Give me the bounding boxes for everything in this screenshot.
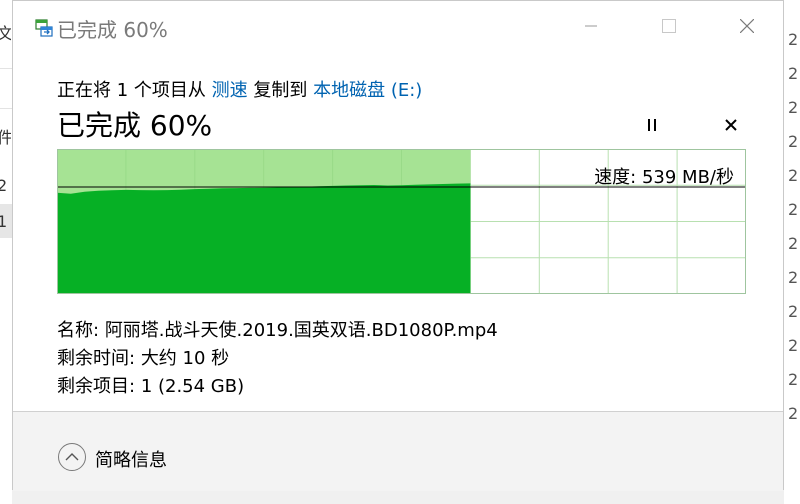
background-divider bbox=[0, 108, 12, 109]
window-title: 已完成 60% bbox=[57, 18, 168, 42]
background-text: 2 bbox=[788, 370, 799, 389]
background-window-right: 2 2 2 2 2 2 2 2 2 2 2 2 bbox=[783, 0, 800, 504]
description-middle: 复制到 bbox=[253, 80, 308, 101]
minimize-button[interactable] bbox=[568, 1, 614, 51]
window-close-button[interactable] bbox=[724, 1, 770, 51]
speed-area bbox=[57, 183, 471, 294]
background-divider bbox=[0, 68, 12, 69]
background-text: 文 bbox=[0, 20, 11, 44]
background-text: 2 bbox=[0, 176, 11, 195]
pause-button[interactable] bbox=[638, 111, 666, 139]
speed-graph: 速度: 539 MB/秒 bbox=[57, 149, 746, 294]
file-name-row: 名称: 阿丽塔.战斗天使.2019.国英双语.BD1080P.mp4 bbox=[57, 316, 498, 342]
background-text: 件 bbox=[0, 124, 11, 148]
copy-files-icon bbox=[35, 19, 53, 37]
progress-headline: 已完成 60% bbox=[57, 109, 213, 142]
time-remaining-row: 剩余时间: 大约 10 秒 bbox=[57, 344, 229, 370]
time-remaining-value: 大约 10 秒 bbox=[140, 348, 230, 369]
copy-description: 正在将 1 个项目从 测速 复制到 本地磁盘 (E:) bbox=[57, 76, 422, 102]
file-name-value: 阿丽塔.战斗天使.2019.国英双语.BD1080P.mp4 bbox=[104, 320, 498, 341]
background-text: 2 bbox=[788, 64, 799, 83]
background-text: 2 bbox=[788, 268, 799, 287]
background-text: 2 bbox=[788, 166, 799, 185]
copy-progress-dialog: 已完成 60% 正在将 1 个项目从 测速 复制到 本地磁盘 (E:) 已完成 … bbox=[12, 0, 784, 491]
speed-readout: 速度: 539 MB/秒 bbox=[594, 167, 734, 188]
background-taskbar-strip bbox=[12, 490, 784, 504]
items-remaining-key: 剩余项目: bbox=[57, 376, 136, 397]
dialog-footer: 简略信息 bbox=[13, 411, 783, 491]
maximize-icon bbox=[662, 19, 676, 33]
background-text: 2 bbox=[788, 98, 799, 117]
background-text: 2 bbox=[788, 132, 799, 151]
source-folder-link[interactable]: 测速 bbox=[212, 80, 248, 101]
chevron-up-icon[interactable] bbox=[57, 442, 87, 472]
destination-folder-link[interactable]: 本地磁盘 (E:) bbox=[313, 80, 422, 101]
background-text: 2 bbox=[788, 336, 799, 355]
background-text: 2 bbox=[788, 234, 799, 253]
maximize-button[interactable] bbox=[646, 1, 692, 51]
fewer-details-toggle[interactable]: 简略信息 bbox=[95, 446, 167, 472]
background-text: 2 bbox=[788, 30, 799, 49]
background-text: 2 bbox=[788, 200, 799, 219]
background-text: 2 bbox=[788, 302, 799, 321]
time-remaining-key: 剩余时间: bbox=[57, 348, 136, 369]
items-remaining-row: 剩余项目: 1 (2.54 GB) bbox=[57, 372, 244, 398]
cancel-button[interactable] bbox=[717, 111, 745, 139]
background-text: 1 bbox=[0, 212, 11, 231]
title-bar[interactable]: 已完成 60% bbox=[13, 1, 783, 51]
close-icon bbox=[740, 19, 754, 33]
description-prefix: 正在将 1 个项目从 bbox=[57, 80, 206, 101]
background-text: 2 bbox=[788, 404, 799, 423]
minimize-icon bbox=[585, 25, 597, 27]
cancel-icon bbox=[725, 119, 737, 131]
items-remaining-value: 1 (2.54 GB) bbox=[140, 376, 245, 397]
file-name-key: 名称: bbox=[57, 320, 100, 341]
pause-icon bbox=[648, 119, 656, 131]
